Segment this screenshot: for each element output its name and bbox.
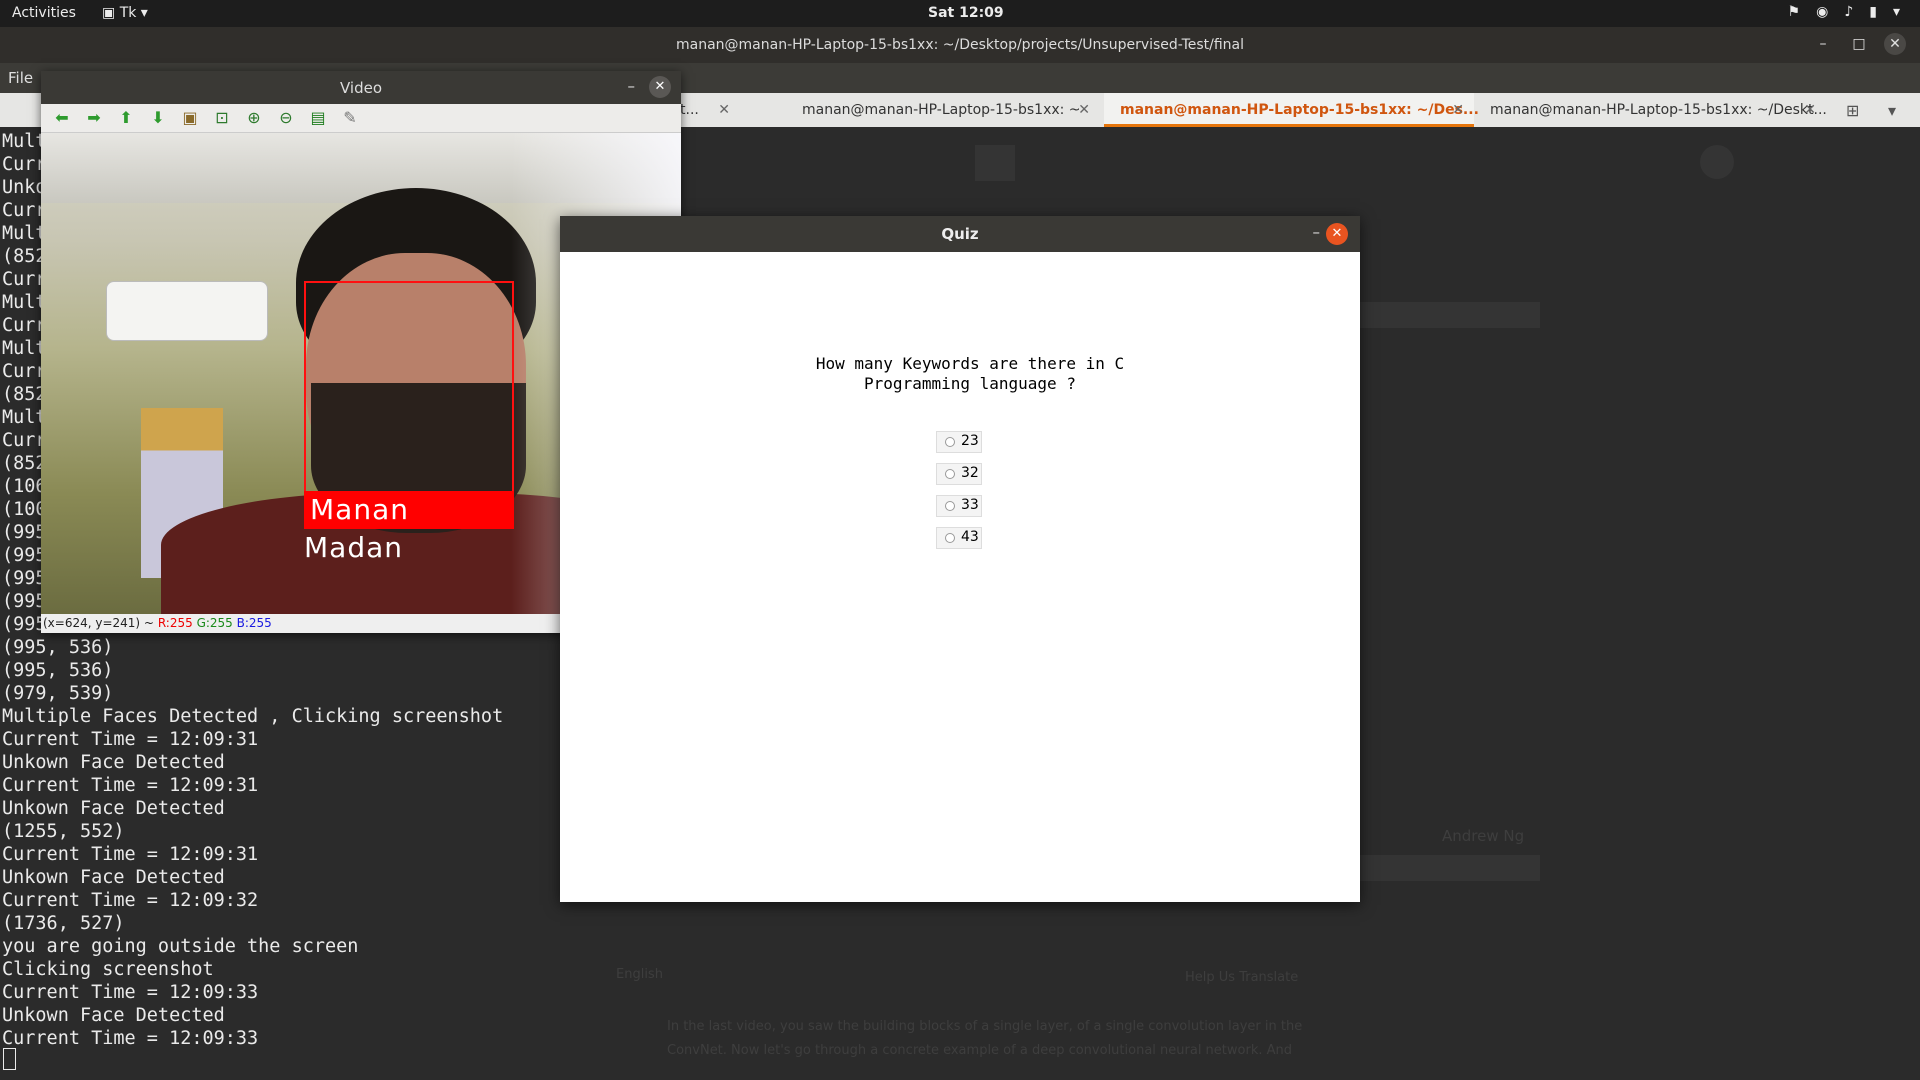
air-conditioner [106,281,268,341]
ghost-avatar [1700,145,1734,179]
properties-icon[interactable]: ✎ [339,108,361,128]
video-title: Video [339,79,383,97]
question-line-2: Programming language ? [864,374,1076,393]
minimize-button[interactable]: – [1812,33,1834,55]
system-tray[interactable]: ⚑ ◉ ♪ ▮ ▾ [1788,4,1900,20]
ghost-search-button [975,145,1015,181]
face-detection-box [304,281,514,493]
close-button[interactable]: ✕ [649,76,671,98]
pan-down-icon[interactable]: ⬇ [147,108,169,128]
option-radio[interactable]: 33 [936,495,982,517]
app-menu[interactable]: ▣ Tk ▾ [102,5,148,21]
tab-3[interactable]: manan@manan-HP-Laptop-15-bs1xx: ~/Des...… [1104,93,1479,127]
new-tab-icon[interactable]: ⊞ [1846,101,1859,120]
ghost-video-bar [1340,302,1540,328]
terminal-line: (1736, 527) [2,913,125,934]
terminal-line: you are going outside the screen [2,936,359,957]
pan-left-icon[interactable]: ⬅ [51,108,73,128]
terminal-line: Current Time = 12:09:31 [2,729,259,750]
clock[interactable]: Sat 12:09 [928,5,1004,21]
tab-label: manan@manan-HP-Laptop-15-bs1xx: ~/Des... [1120,102,1479,118]
close-button[interactable]: ✕ [1326,223,1348,245]
option-label: 32 [961,465,979,481]
face-label: Manan Madan [304,491,514,564]
terminal-line: Clicking screenshot [2,959,214,980]
radio-icon[interactable] [945,501,955,511]
terminal-line: (1255, 552) [2,821,125,842]
close-tab-icon[interactable]: ✕ [1078,93,1090,127]
zoom-fit-icon[interactable]: ⊡ [211,108,233,128]
tab-label: manan@manan-HP-Laptop-15-bs1xx: ~ [802,102,1081,118]
quiz-title: Quiz [941,225,979,243]
terminal-line: (995, 536) [2,660,114,681]
close-tab-icon[interactable]: ✕ [1452,93,1464,127]
terminal-line: (979, 539) [2,683,114,704]
terminal-line: Current Time = 12:09:31 [2,844,259,865]
option-radio[interactable]: 32 [936,463,982,485]
terminal-line: Current Time = 12:09:32 [2,890,259,911]
tabs-menu-icon[interactable]: ▾ [1888,101,1896,120]
terminal-line: Current Time = 12:09:33 [2,1028,259,1049]
ghost-transcript: In the last video, you saw the building … [667,1019,1303,1058]
terminal-line: (995, 536) [2,637,114,658]
option-label: 23 [961,433,979,449]
pixel-r: R:255 [157,616,193,630]
option-label: 33 [961,497,979,513]
radio-icon[interactable] [945,533,955,543]
zoom-out-icon[interactable]: ⊖ [275,108,297,128]
close-tab-icon[interactable]: ✕ [1804,93,1816,127]
app-menu-label: Tk [119,5,137,21]
pixel-g: G:255 [196,616,233,630]
activities-button[interactable]: Activities [12,5,76,21]
zoom-in-icon[interactable]: ⊕ [243,108,265,128]
top-bar: Activities ▣ Tk ▾ Sat 12:09 ⚑ ◉ ♪ ▮ ▾ [0,0,1920,27]
terminal-cursor [3,1048,16,1070]
option-radio[interactable]: 43 [936,527,982,549]
question-line-1: How many Keywords are there in C [815,354,1125,373]
terminal-line: Current Time = 12:09:31 [2,775,259,796]
option-label: 43 [961,529,979,545]
terminal-line: Multiple Faces Detected , Clicking scree… [2,706,504,727]
minimize-button[interactable]: – [1313,223,1321,241]
tab-label: manan@manan-HP-Laptop-15-bs1xx: ~/Deskt.… [1490,102,1827,118]
power-menu-icon[interactable]: ▾ [1893,4,1900,20]
close-button[interactable]: ✕ [1884,33,1906,55]
terminal-titlebar[interactable]: manan@manan-HP-Laptop-15-bs1xx: ~/Deskto… [0,27,1920,63]
terminal-line: Unkown Face Detected [2,867,225,888]
ghost-help: Help Us Translate [1185,970,1299,985]
quiz-titlebar[interactable]: Quiz – ✕ [560,216,1360,252]
quiz-window[interactable]: Quiz – ✕ How many Keywords are there in … [560,216,1360,902]
quiz-question: How many Keywords are there in C Program… [730,354,1210,394]
video-titlebar[interactable]: Video – ✕ [41,71,681,104]
pixel-b: B:255 [236,616,272,630]
ghost-video-controls [1340,855,1540,881]
minimize-button[interactable]: – [628,77,636,95]
terminal-line: Current Time = 12:09:33 [2,982,259,1003]
radio-icon[interactable] [945,469,955,479]
menu-file[interactable]: File [8,69,33,87]
image-icon[interactable]: ▣ [179,108,201,128]
terminal-line: Unkown Face Detected [2,752,225,773]
tab-2[interactable]: manan@manan-HP-Laptop-15-bs1xx: ~ ✕ [780,93,1100,127]
pixel-coords: (x=624, y=241) ~ [43,616,154,630]
save-icon[interactable]: ▤ [307,108,329,128]
terminal-line: Unkown Face Detected [2,1005,225,1026]
radio-icon[interactable] [945,437,955,447]
pan-up-icon[interactable]: ⬆ [115,108,137,128]
ghost-author: Andrew Ng [1442,827,1525,845]
notification-icon[interactable]: ⚑ [1788,4,1801,20]
pan-right-icon[interactable]: ➡ [83,108,105,128]
close-tab-icon[interactable]: ✕ [718,93,730,127]
maximize-button[interactable]: □ [1848,33,1870,55]
volume-icon: ♪ [1844,4,1854,20]
tab-label: t... [680,102,699,118]
video-toolbar: ⬅ ➡ ⬆ ⬇ ▣ ⊡ ⊕ ⊖ ▤ ✎ [41,104,681,133]
terminal-line: Unkown Face Detected [2,798,225,819]
tab-4[interactable]: manan@manan-HP-Laptop-15-bs1xx: ~/Deskt.… [1474,93,1827,127]
terminal-title: manan@manan-HP-Laptop-15-bs1xx: ~/Deskto… [675,37,1245,53]
option-radio[interactable]: 23 [936,431,982,453]
ghost-language: English [616,967,663,982]
battery-icon: ▮ [1869,4,1877,20]
wifi-icon: ◉ [1816,4,1829,20]
